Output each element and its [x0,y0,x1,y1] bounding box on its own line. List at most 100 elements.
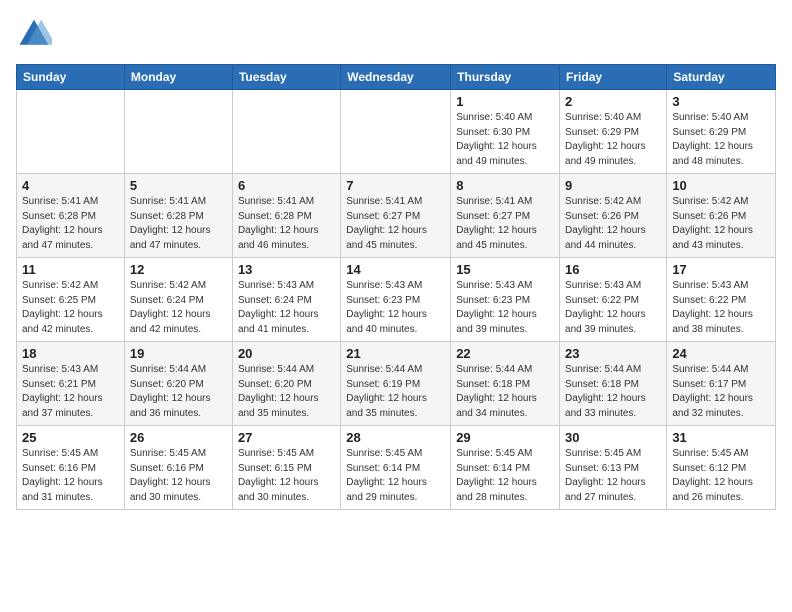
calendar-cell: 11 Sunrise: 5:42 AMSunset: 6:25 PMDayligh… [17,258,125,342]
calendar-cell [341,90,451,174]
calendar-cell: 15 Sunrise: 5:43 AMSunset: 6:23 PMDayligh… [451,258,560,342]
day-number: 1 [456,94,554,109]
calendar-cell: 17 Sunrise: 5:43 AMSunset: 6:22 PMDayligh… [667,258,776,342]
calendar-cell: 18 Sunrise: 5:43 AMSunset: 6:21 PMDayligh… [17,342,125,426]
weekday-header-wednesday: Wednesday [341,65,451,90]
day-info: Sunrise: 5:44 AMSunset: 6:18 PMDaylight:… [456,363,554,421]
calendar-cell: 14 Sunrise: 5:43 AMSunset: 6:23 PMDayligh… [341,258,451,342]
day-number: 23 [565,346,661,361]
calendar-cell: 16Sunrise: 5:43 AMSunset: 6:22 PMDayligh… [560,258,667,342]
day-number: 4 [22,178,119,193]
day-info: Sunrise: 5:40 AMSunset: 6:29 PMDaylight:… [672,111,770,169]
calendar-cell [17,90,125,174]
weekday-header-tuesday: Tuesday [232,65,340,90]
calendar-cell: 22 Sunrise: 5:44 AMSunset: 6:18 PMDayligh… [451,342,560,426]
weekday-header-thursday: Thursday [451,65,560,90]
calendar-cell: 24 Sunrise: 5:44 AMSunset: 6:17 PMDayligh… [667,342,776,426]
day-number: 28 [346,430,445,445]
day-number: 16 [565,262,661,277]
day-number: 11 [22,262,119,277]
day-info: Sunrise: 5:43 AMSunset: 6:23 PMDaylight:… [456,279,554,337]
day-info: Sunrise: 5:43 AMSunset: 6:22 PMDaylight:… [672,279,770,337]
day-number: 10 [672,178,770,193]
calendar-week-2: 4 Sunrise: 5:41 AMSunset: 6:28 PMDaylight… [17,174,776,258]
weekday-header-friday: Friday [560,65,667,90]
calendar-cell: 6 Sunrise: 5:41 AMSunset: 6:28 PMDaylight… [232,174,340,258]
day-info: Sunrise: 5:40 AMSunset: 6:29 PMDaylight:… [565,111,661,169]
calendar-cell: 20Sunrise: 5:44 AMSunset: 6:20 PMDayligh… [232,342,340,426]
day-info: Sunrise: 5:45 AMSunset: 6:15 PMDaylight:… [238,447,335,505]
day-info: Sunrise: 5:43 AMSunset: 6:21 PMDaylight:… [22,363,119,421]
day-number: 17 [672,262,770,277]
day-info: Sunrise: 5:40 AMSunset: 6:30 PMDaylight:… [456,111,554,169]
day-info: Sunrise: 5:41 AMSunset: 6:27 PMDaylight:… [456,195,554,253]
day-number: 27 [238,430,335,445]
calendar-cell: 12 Sunrise: 5:42 AMSunset: 6:24 PMDayligh… [124,258,232,342]
calendar-cell: 5 Sunrise: 5:41 AMSunset: 6:28 PMDaylight… [124,174,232,258]
calendar-cell: 29Sunrise: 5:45 AMSunset: 6:14 PMDayligh… [451,426,560,510]
weekday-header-saturday: Saturday [667,65,776,90]
day-number: 22 [456,346,554,361]
day-info: Sunrise: 5:45 AMSunset: 6:14 PMDaylight:… [346,447,445,505]
day-number: 6 [238,178,335,193]
calendar-cell: 26 Sunrise: 5:45 AMSunset: 6:16 PMDayligh… [124,426,232,510]
calendar-cell: 21Sunrise: 5:44 AMSunset: 6:19 PMDayligh… [341,342,451,426]
logo [16,16,56,52]
day-info: Sunrise: 5:45 AMSunset: 6:12 PMDaylight:… [672,447,770,505]
day-info: Sunrise: 5:41 AMSunset: 6:28 PMDaylight:… [238,195,335,253]
calendar-cell: 25 Sunrise: 5:45 AMSunset: 6:16 PMDayligh… [17,426,125,510]
day-info: Sunrise: 5:42 AMSunset: 6:25 PMDaylight:… [22,279,119,337]
calendar-cell: 30Sunrise: 5:45 AMSunset: 6:13 PMDayligh… [560,426,667,510]
calendar-cell: 4 Sunrise: 5:41 AMSunset: 6:28 PMDaylight… [17,174,125,258]
day-number: 24 [672,346,770,361]
day-info: Sunrise: 5:44 AMSunset: 6:19 PMDaylight:… [346,363,445,421]
day-info: Sunrise: 5:43 AMSunset: 6:23 PMDaylight:… [346,279,445,337]
calendar-cell: 2 Sunrise: 5:40 AMSunset: 6:29 PMDaylight… [560,90,667,174]
day-info: Sunrise: 5:45 AMSunset: 6:16 PMDaylight:… [130,447,227,505]
calendar-cell: 13 Sunrise: 5:43 AMSunset: 6:24 PMDayligh… [232,258,340,342]
calendar-header: SundayMondayTuesdayWednesdayThursdayFrid… [17,65,776,90]
day-number: 5 [130,178,227,193]
day-info: Sunrise: 5:42 AMSunset: 6:24 PMDaylight:… [130,279,227,337]
calendar-cell: 28 Sunrise: 5:45 AMSunset: 6:14 PMDayligh… [341,426,451,510]
day-number: 19 [130,346,227,361]
day-number: 30 [565,430,661,445]
calendar-cell: 8 Sunrise: 5:41 AMSunset: 6:27 PMDaylight… [451,174,560,258]
day-info: Sunrise: 5:41 AMSunset: 6:28 PMDaylight:… [22,195,119,253]
day-number: 25 [22,430,119,445]
day-number: 20 [238,346,335,361]
day-info: Sunrise: 5:44 AMSunset: 6:17 PMDaylight:… [672,363,770,421]
calendar-cell: 9 Sunrise: 5:42 AMSunset: 6:26 PMDaylight… [560,174,667,258]
calendar-week-5: 25 Sunrise: 5:45 AMSunset: 6:16 PMDayligh… [17,426,776,510]
day-number: 14 [346,262,445,277]
day-number: 26 [130,430,227,445]
calendar-cell: 31 Sunrise: 5:45 AMSunset: 6:12 PMDayligh… [667,426,776,510]
day-number: 2 [565,94,661,109]
calendar-cell: 27 Sunrise: 5:45 AMSunset: 6:15 PMDayligh… [232,426,340,510]
calendar-week-3: 11 Sunrise: 5:42 AMSunset: 6:25 PMDayligh… [17,258,776,342]
day-number: 18 [22,346,119,361]
weekday-header-monday: Monday [124,65,232,90]
day-info: Sunrise: 5:42 AMSunset: 6:26 PMDaylight:… [565,195,661,253]
day-number: 8 [456,178,554,193]
day-number: 9 [565,178,661,193]
calendar-cell: 19Sunrise: 5:44 AMSunset: 6:20 PMDayligh… [124,342,232,426]
logo-icon [16,16,52,52]
calendar-cell: 1 Sunrise: 5:40 AMSunset: 6:30 PMDaylight… [451,90,560,174]
day-number: 31 [672,430,770,445]
day-number: 13 [238,262,335,277]
day-number: 3 [672,94,770,109]
day-number: 7 [346,178,445,193]
calendar-cell: 10 Sunrise: 5:42 AMSunset: 6:26 PMDayligh… [667,174,776,258]
day-info: Sunrise: 5:42 AMSunset: 6:26 PMDaylight:… [672,195,770,253]
day-info: Sunrise: 5:45 AMSunset: 6:14 PMDaylight:… [456,447,554,505]
day-info: Sunrise: 5:43 AMSunset: 6:24 PMDaylight:… [238,279,335,337]
day-number: 15 [456,262,554,277]
calendar-cell [124,90,232,174]
calendar-cell: 7Sunrise: 5:41 AMSunset: 6:27 PMDaylight… [341,174,451,258]
calendar-week-1: 1 Sunrise: 5:40 AMSunset: 6:30 PMDaylight… [17,90,776,174]
day-info: Sunrise: 5:41 AMSunset: 6:28 PMDaylight:… [130,195,227,253]
day-info: Sunrise: 5:45 AMSunset: 6:16 PMDaylight:… [22,447,119,505]
day-number: 12 [130,262,227,277]
calendar-table: SundayMondayTuesdayWednesdayThursdayFrid… [16,64,776,510]
